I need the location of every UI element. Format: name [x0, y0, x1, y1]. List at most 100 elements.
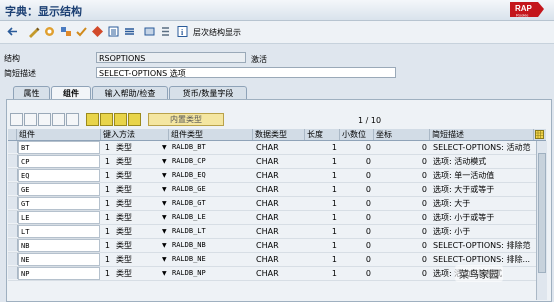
row-selector[interactable] [8, 197, 18, 209]
cell-typing-method[interactable]: 类型 [114, 239, 162, 252]
cell-typing-method[interactable]: 类型 [114, 183, 162, 196]
cell-component-type[interactable]: RALDB_GT [170, 197, 252, 210]
window-title: 字典：显示结构 [5, 5, 82, 18]
sort-icon[interactable] [86, 113, 99, 126]
cell-decimals: 0 [365, 171, 371, 180]
cell-component-type[interactable]: RALDB_EQ [170, 169, 252, 182]
delete-row-icon[interactable] [66, 113, 79, 126]
table-row[interactable]: NB 1 类型 RALDB_NB CHAR 1 0 0 SELECT-OPTIONS: 排除范 ▼ [8, 239, 546, 253]
cell-component[interactable]: CP [18, 155, 100, 168]
tab-attributes[interactable]: 属性 [13, 86, 50, 100]
paste-row-icon[interactable] [38, 113, 51, 126]
append-structure-icon[interactable] [159, 25, 172, 38]
table-row[interactable]: EQ 1 类型 RALDB_EQ CHAR 1 0 0 选项: 单一活动值 ▼ [8, 169, 546, 183]
object-list-icon[interactable] [107, 25, 120, 38]
cell-component-type[interactable]: RALDB_LE [170, 211, 252, 224]
cell-component[interactable]: NE [18, 253, 100, 266]
cell-short-description: 选项: 小于或等于 [433, 213, 495, 222]
cell-component[interactable]: NB [18, 239, 100, 252]
builtin-type-button[interactable]: 内置类型 [148, 113, 224, 126]
filter-icon[interactable] [100, 113, 113, 126]
select-all-cell[interactable] [8, 129, 17, 140]
chevron-down-icon[interactable]: ▼ [162, 197, 169, 210]
cell-typing-method[interactable]: 类型 [114, 211, 162, 224]
col-decimals: 小数位 [340, 129, 374, 140]
short-description-field[interactable]: SELECT-OPTIONS 选项 [96, 67, 396, 78]
chevron-down-icon[interactable]: ▼ [162, 183, 169, 196]
tab-input-help-check[interactable]: 输入帮助/检查 [92, 86, 168, 100]
check-icon[interactable] [75, 25, 88, 38]
chevron-down-icon[interactable]: ▼ [162, 239, 169, 252]
tab-currency-quantity[interactable]: 货币/数量字段 [169, 86, 247, 100]
table-row[interactable]: GT 1 类型 RALDB_GT CHAR 1 0 0 选项: 大于 ▼ [8, 197, 546, 211]
row-selector[interactable] [8, 211, 18, 223]
cell-typing-method[interactable]: 类型 [114, 225, 162, 238]
cell-component-type[interactable]: RALDB_GE [170, 183, 252, 196]
activate-icon[interactable] [91, 25, 104, 38]
page-indicator: 1 / 10 [358, 116, 382, 125]
where-used-icon[interactable] [59, 25, 72, 38]
cell-component-type[interactable]: RALDB_BT [170, 141, 252, 154]
other-object-icon[interactable] [43, 25, 56, 38]
table-row[interactable]: CP 1 类型 RALDB_CP CHAR 1 0 0 选项: 活动模式 ▼ [8, 155, 546, 169]
navigation-icon[interactable] [123, 25, 136, 38]
cell-typing-method[interactable]: 类型 [114, 267, 162, 280]
cell-component[interactable]: GE [18, 183, 100, 196]
chevron-down-icon[interactable]: ▼ [162, 225, 169, 238]
chevron-down-icon[interactable]: ▼ [162, 211, 169, 224]
chevron-down-icon[interactable]: ▼ [162, 267, 169, 280]
cell-typing-method[interactable]: 类型 [114, 253, 162, 266]
cell-component-type[interactable]: RALDB_NE [170, 253, 252, 266]
cell-component[interactable]: GT [18, 197, 100, 210]
cell-component-type[interactable]: RALDB_NB [170, 239, 252, 252]
row-selector[interactable] [8, 155, 18, 167]
cell-component[interactable]: LT [18, 225, 100, 238]
table-row[interactable]: LT 1 类型 RALDB_LT CHAR 1 0 0 选项: 小于 ▼ [8, 225, 546, 239]
chevron-down-icon[interactable]: ▼ [162, 141, 169, 154]
cell-component[interactable]: NP [18, 267, 100, 280]
cell-component[interactable]: BT [18, 141, 100, 154]
row-selector[interactable] [8, 253, 18, 265]
row-selector[interactable] [8, 267, 18, 279]
copy-row-icon[interactable] [24, 113, 37, 126]
column-settings-icon[interactable] [535, 130, 544, 139]
structure-field[interactable]: RSOPTIONS [96, 52, 246, 63]
search-table-icon[interactable] [128, 113, 141, 126]
cell-component[interactable]: LE [18, 211, 100, 224]
technical-settings-icon[interactable] [143, 25, 156, 38]
tab-components[interactable]: 组件 [51, 86, 91, 100]
row-selector[interactable] [8, 183, 18, 195]
cell-component-type[interactable]: RALDB_LT [170, 225, 252, 238]
scrollbar-thumb[interactable] [538, 153, 546, 273]
cut-row-icon[interactable] [10, 113, 23, 126]
row-selector[interactable] [8, 169, 18, 181]
cell-typing-method[interactable]: 类型 [114, 141, 162, 154]
row-selector[interactable] [8, 141, 18, 153]
info-icon[interactable]: i [176, 25, 189, 38]
back-arrow-icon[interactable] [6, 25, 19, 38]
chevron-down-icon[interactable]: ▼ [162, 169, 169, 182]
display-change-icon[interactable] [27, 25, 40, 38]
cell-typing-method[interactable]: 类型 [114, 169, 162, 182]
table-row[interactable]: BT 1 类型 RALDB_BT CHAR 1 0 0 SELECT-OPTIONS: 活动范 ▼ [8, 141, 546, 155]
chevron-down-icon[interactable]: ▼ [162, 155, 169, 168]
insert-row-icon[interactable] [52, 113, 65, 126]
hierarchy-display-button[interactable]: 层次结构显示 [193, 27, 241, 38]
cell-coordinate: 0 [421, 157, 427, 166]
cell-typing-method[interactable]: 类型 [114, 197, 162, 210]
cell-typing-method[interactable]: 类型 [114, 155, 162, 168]
row-selector[interactable] [8, 225, 18, 237]
cell-length: 1 [331, 171, 337, 180]
table-row[interactable]: GE 1 类型 RALDB_GE CHAR 1 0 0 选项: 大于或等于 ▼ [8, 183, 546, 197]
details-icon[interactable] [114, 113, 127, 126]
chevron-down-icon[interactable]: ▼ [162, 253, 169, 266]
vertical-scrollbar[interactable] [536, 141, 547, 300]
cell-decimals: 0 [365, 241, 371, 250]
cell-component-type[interactable]: RALDB_CP [170, 155, 252, 168]
row-selector[interactable] [8, 239, 18, 251]
table-row[interactable]: LE 1 类型 RALDB_LE CHAR 1 0 0 选项: 小于或等于 ▼ [8, 211, 546, 225]
cell-method-number: 1 [104, 213, 110, 222]
cell-component[interactable]: EQ [18, 169, 100, 182]
status-label: 激活 [251, 55, 267, 64]
cell-component-type[interactable]: RALDB_NP [170, 267, 252, 280]
